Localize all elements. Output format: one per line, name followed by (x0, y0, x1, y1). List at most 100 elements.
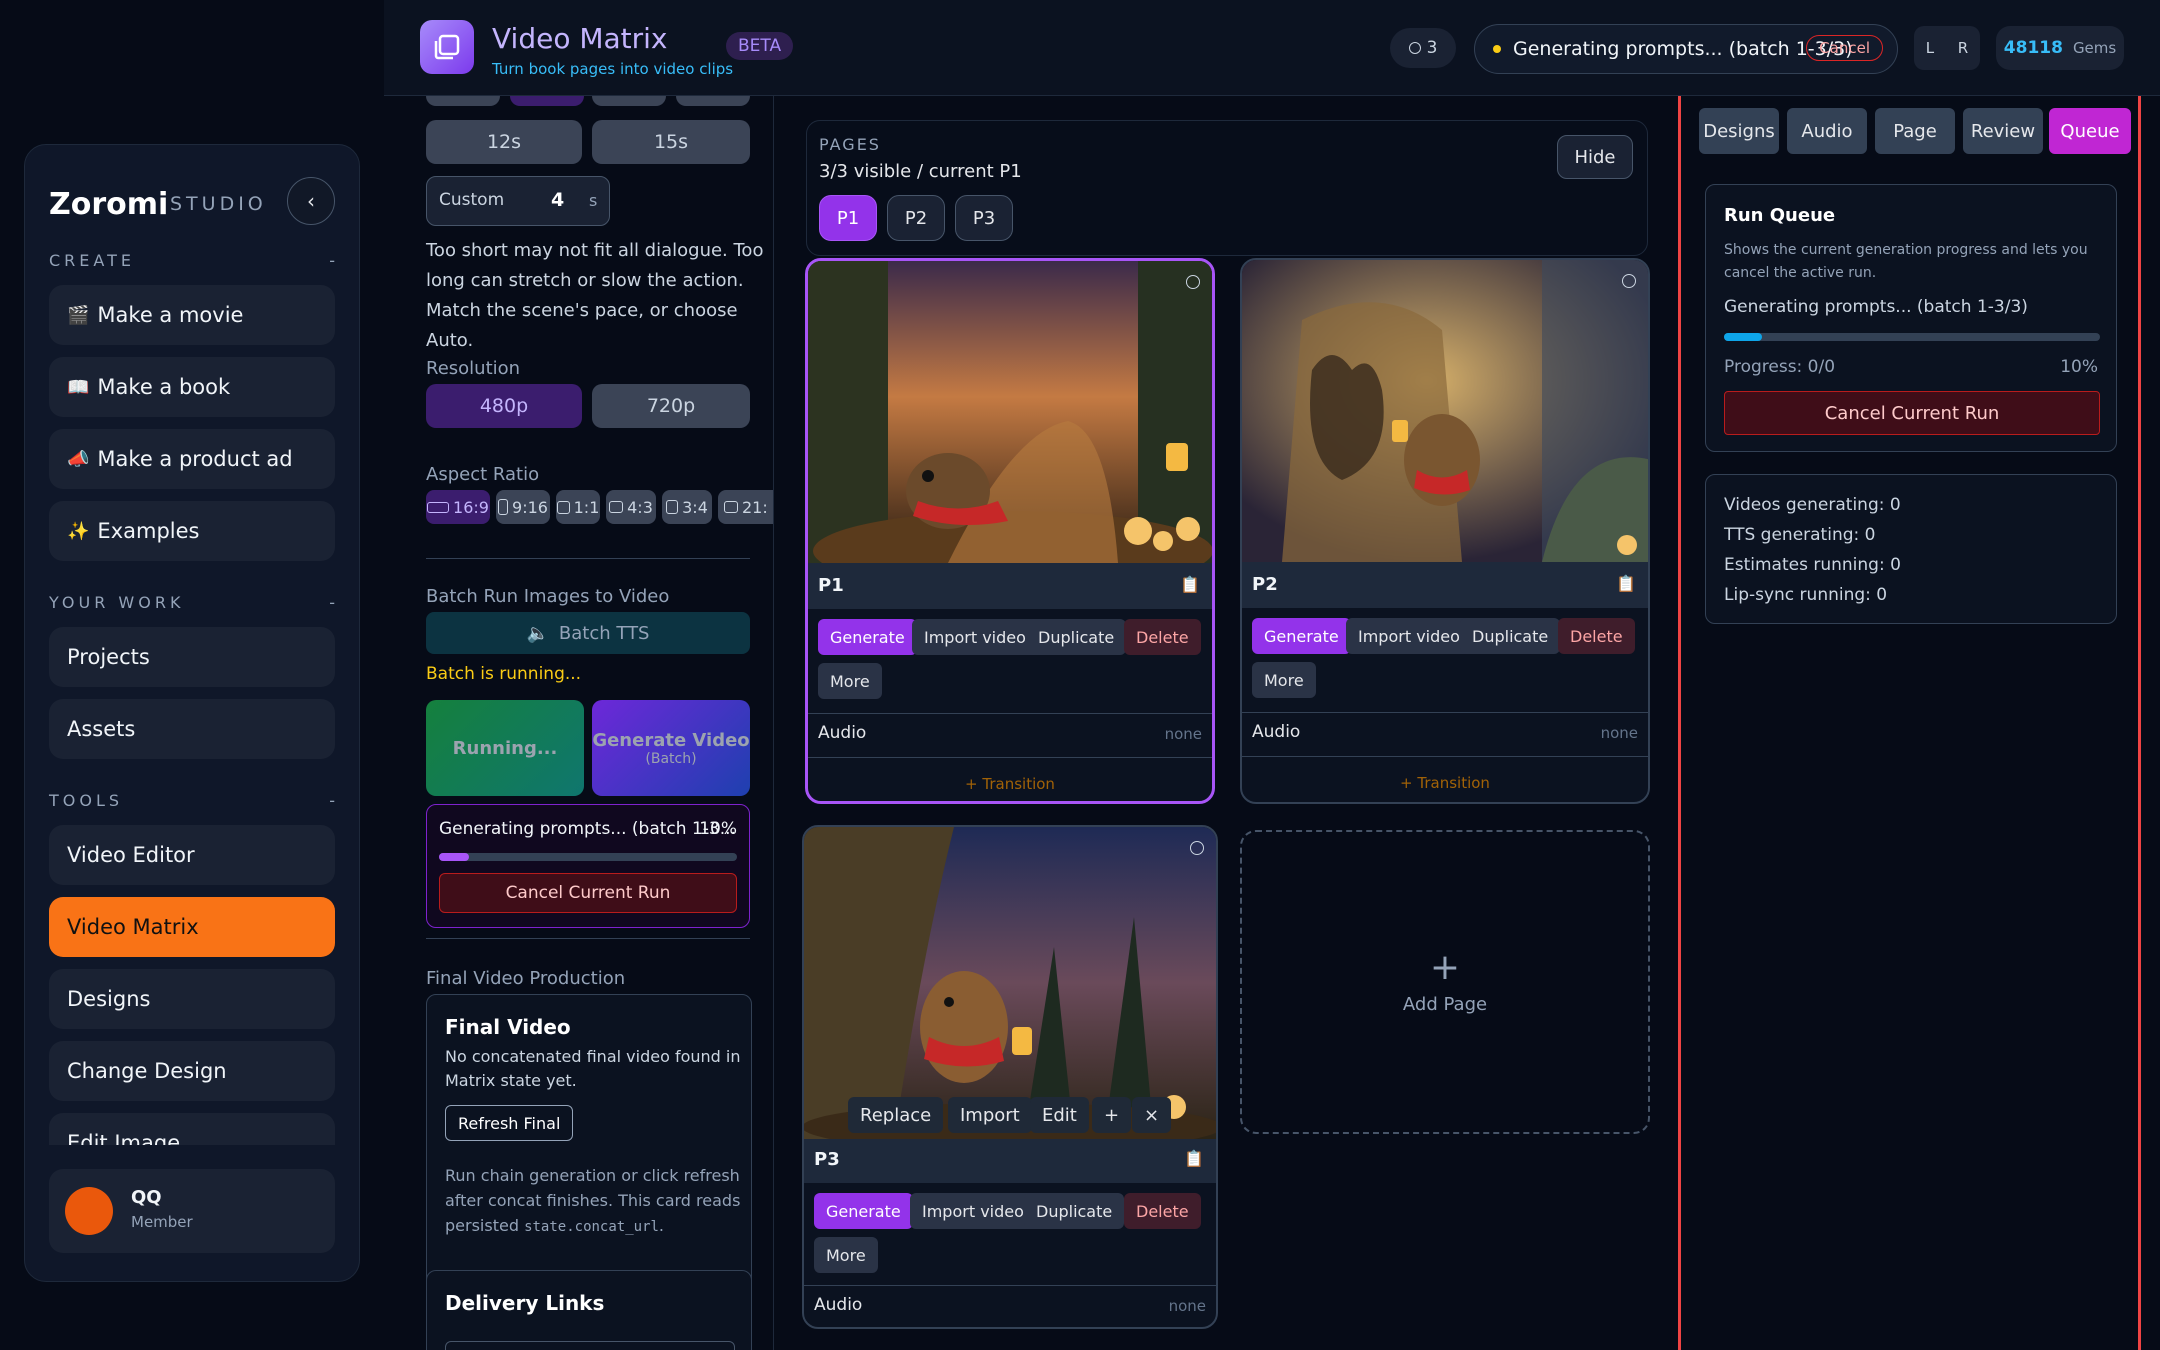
nav-label: Make a product ad (97, 447, 293, 471)
nav-video-editor[interactable]: Video Editor (49, 825, 335, 885)
import-video-button[interactable]: Import video (910, 1193, 1036, 1229)
clipboard-icon[interactable]: 📋 (1616, 574, 1636, 593)
page-chip-p2[interactable]: P2 (887, 195, 945, 241)
beta-badge: BETA (726, 32, 794, 60)
collapse-dash: - (329, 791, 339, 810)
import-image-button[interactable]: Import (948, 1097, 1032, 1133)
page-image-p3[interactable] (804, 827, 1216, 1139)
add-transition-button[interactable]: + Transition (1242, 774, 1648, 792)
nav-assets[interactable]: Assets (49, 699, 335, 759)
running-button[interactable]: Running... (426, 700, 584, 796)
page-image-p2[interactable] (1242, 260, 1648, 562)
toggle-left-panel-button[interactable]: L (1926, 39, 1934, 57)
add-image-button[interactable]: + (1092, 1097, 1132, 1133)
remove-image-button[interactable]: × (1132, 1097, 1172, 1133)
import-video-button[interactable]: Import video (1346, 618, 1472, 654)
collapse-sidebar-button[interactable]: ‹ (287, 177, 335, 225)
batch-tts-label: Batch TTS (558, 622, 650, 644)
aspect-16-9-button[interactable]: 16:9 (426, 490, 490, 524)
aspect-21-9-button[interactable]: 21: (718, 490, 773, 524)
resolution-720p-button[interactable]: 720p (592, 384, 750, 428)
nav-label: Video Editor (67, 843, 195, 867)
chevron-left-icon: ‹ (307, 189, 315, 213)
nav-examples[interactable]: ✨ Examples (49, 501, 335, 561)
nav-projects[interactable]: Projects (49, 627, 335, 687)
aspect-1-1-button[interactable]: 1:1 (556, 490, 600, 524)
generate-button[interactable]: Generate (814, 1193, 913, 1229)
nav-make-product-ad[interactable]: 📣 Make a product ad (49, 429, 335, 489)
duration-option[interactable] (510, 96, 584, 106)
aspect-4-3-button[interactable]: 4:3 (606, 490, 656, 524)
queue-count-badge[interactable]: 3 (1390, 28, 1456, 68)
replace-image-button[interactable]: Replace (848, 1097, 944, 1133)
delete-button[interactable]: Delete (1124, 1193, 1201, 1229)
duplicate-button[interactable]: Duplicate (1460, 618, 1561, 654)
final-video-title: Final Video (445, 1015, 571, 1039)
cancel-run-button[interactable]: Cancel Current Run (439, 873, 737, 913)
tab-designs[interactable]: Designs (1699, 108, 1779, 154)
nav-make-movie[interactable]: 🎬 Make a movie (49, 285, 335, 345)
generate-video-batch-button[interactable]: Generate Video (Batch) (592, 700, 750, 796)
custom-duration-value[interactable]: 4 (551, 189, 564, 211)
gems-balance[interactable]: 48118 Gems (1996, 26, 2124, 70)
delete-button[interactable]: Delete (1558, 618, 1635, 654)
final-video-note: Run chain generation or click refresh af… (445, 1163, 741, 1240)
edit-image-button[interactable]: Edit (1030, 1097, 1089, 1133)
nav-video-matrix[interactable]: Video Matrix (49, 897, 335, 957)
user-card[interactable]: QQ Member (49, 1169, 335, 1253)
batch-tts-button[interactable]: 🔈 Batch TTS (426, 612, 750, 654)
delete-button[interactable]: Delete (1124, 619, 1201, 655)
status-cancel-button[interactable]: Cancel (1806, 35, 1883, 61)
hedgehog-shadow-illustration (1242, 260, 1648, 562)
resolution-480p-button[interactable]: 480p (426, 384, 582, 428)
tab-audio[interactable]: Audio (1787, 108, 1867, 154)
aspect-label: 9:16 (512, 497, 548, 517)
toggle-right-panel-button[interactable]: R (1958, 39, 1968, 57)
clipboard-icon[interactable]: 📋 (1180, 575, 1200, 594)
tab-page[interactable]: Page (1875, 108, 1955, 154)
section-tools[interactable]: TOOLS - (49, 791, 339, 810)
custom-duration-field[interactable]: Custom 4 s (426, 176, 610, 226)
page-image-p1[interactable] (808, 261, 1212, 563)
add-transition-button[interactable]: + Transition (808, 775, 1212, 793)
tab-queue[interactable]: Queue (2049, 108, 2131, 154)
hide-pages-button[interactable]: Hide (1557, 135, 1633, 179)
duplicate-button[interactable]: Duplicate (1024, 1193, 1125, 1229)
select-radio-p1[interactable] (1186, 275, 1200, 289)
refresh-final-button[interactable]: Refresh Final (445, 1105, 574, 1141)
tab-review[interactable]: Review (1963, 108, 2043, 154)
duration-12s-button[interactable]: 12s (426, 120, 582, 164)
nav-change-design[interactable]: Change Design (49, 1041, 335, 1101)
page-chip-p3[interactable]: P3 (955, 195, 1013, 241)
import-video-button[interactable]: Import video (912, 619, 1038, 655)
duration-15s-button[interactable]: 15s (592, 120, 750, 164)
nav-make-book[interactable]: 📖 Make a book (49, 357, 335, 417)
page-card-p3[interactable]: Replace Import Edit + × P3 📋 Generate Im… (802, 825, 1218, 1329)
nav-designs[interactable]: Designs (49, 969, 335, 1029)
clipboard-icon[interactable]: 📋 (1184, 1149, 1204, 1168)
card-title-p2: P2 (1252, 574, 1278, 595)
more-button[interactable]: More (814, 1237, 878, 1273)
duplicate-button[interactable]: Duplicate (1026, 619, 1127, 655)
page-card-p2[interactable]: P2 📋 Generate Import video Duplicate Del… (1240, 258, 1650, 804)
batch-progress-card: Generating prompts... (batch 1-3... 10% … (426, 804, 750, 928)
select-radio-p3[interactable] (1190, 841, 1204, 855)
generate-button[interactable]: Generate (1252, 618, 1351, 654)
generate-button[interactable]: Generate (818, 619, 917, 655)
add-page-label: Add Page (1402, 993, 1488, 1015)
duration-option[interactable] (676, 96, 750, 106)
aspect-9-16-button[interactable]: 9:16 (496, 490, 550, 524)
aspect-3-4-button[interactable]: 3:4 (662, 490, 712, 524)
page-card-p1[interactable]: P1 📋 Generate Import video Duplicate Del… (805, 258, 1215, 804)
more-button[interactable]: More (1252, 662, 1316, 698)
landscape-icon (427, 501, 450, 513)
cancel-current-run-button[interactable]: Cancel Current Run (1724, 391, 2100, 435)
select-radio-p2[interactable] (1622, 274, 1636, 288)
duration-option[interactable] (426, 96, 500, 106)
section-your-work[interactable]: YOUR WORK - (49, 593, 339, 612)
add-page-button[interactable]: + Add Page (1240, 830, 1650, 1134)
section-create[interactable]: CREATE - (49, 251, 339, 270)
more-button[interactable]: More (818, 663, 882, 699)
duration-option[interactable] (592, 96, 666, 106)
page-chip-p1[interactable]: P1 (819, 195, 877, 241)
